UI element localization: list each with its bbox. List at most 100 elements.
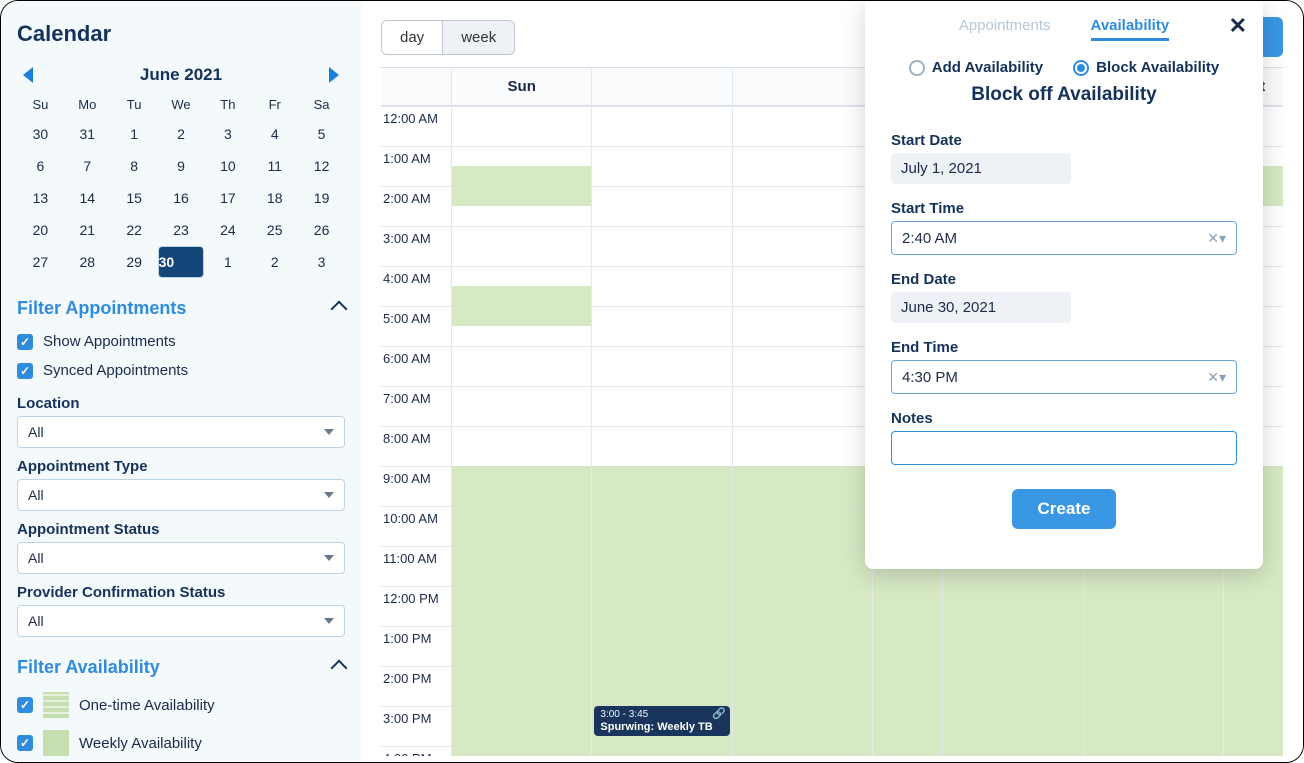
grid-cell[interactable] [592, 426, 731, 466]
start-date-field[interactable]: July 1, 2021 [891, 153, 1071, 184]
radio-unchecked-icon [909, 60, 925, 76]
page-title: Calendar [17, 21, 345, 47]
filter-availability-title: Filter Availability [17, 657, 160, 678]
mini-calendar-day[interactable]: 6 [17, 150, 64, 182]
availability-block[interactable] [452, 166, 591, 206]
mini-calendar-day[interactable]: 31 [64, 118, 111, 150]
chevron-left-icon[interactable] [23, 67, 33, 83]
one-time-availability-toggle[interactable]: One-time Availability [17, 686, 345, 724]
grid-cell[interactable] [592, 306, 731, 346]
mini-calendar-day[interactable]: 29 [111, 246, 158, 278]
mini-calendar-day[interactable]: 5 [298, 118, 345, 150]
mini-calendar-day[interactable]: 17 [204, 182, 251, 214]
appointment-type-select[interactable]: All [17, 479, 345, 511]
grid-cell[interactable] [733, 306, 872, 346]
end-date-field[interactable]: June 30, 2021 [891, 292, 1071, 323]
mini-calendar-day[interactable]: 15 [111, 182, 158, 214]
grid-cell[interactable] [733, 426, 872, 466]
day-column[interactable] [451, 106, 591, 756]
mini-calendar-day[interactable]: 10 [204, 150, 251, 182]
tab-week[interactable]: week [443, 21, 514, 54]
modal-tab-appointments[interactable]: Appointments [959, 17, 1051, 41]
provider-confirmation-select[interactable]: All [17, 605, 345, 637]
location-select[interactable]: All [17, 416, 345, 448]
tab-day[interactable]: day [382, 21, 443, 54]
availability-block[interactable] [452, 286, 591, 326]
add-availability-radio[interactable]: Add Availability [909, 59, 1043, 76]
clear-dropdown-icon[interactable]: ✕▾ [1207, 230, 1226, 247]
grid-cell[interactable] [733, 186, 872, 226]
show-appointments-toggle[interactable]: Show Appointments [17, 327, 345, 356]
mini-calendar-day[interactable]: 25 [251, 214, 298, 246]
calendar-event[interactable]: 3:00 - 3:45Spurwing: Weekly TB🔗 [594, 706, 729, 736]
grid-cell[interactable] [733, 266, 872, 306]
grid-cell[interactable] [733, 386, 872, 426]
filter-appointments-header[interactable]: Filter Appointments [17, 298, 345, 319]
grid-cell[interactable] [452, 386, 591, 426]
mini-calendar-day[interactable]: 18 [251, 182, 298, 214]
location-value: All [28, 424, 44, 440]
mini-calendar-day[interactable]: 9 [158, 150, 205, 182]
grid-cell[interactable] [733, 346, 872, 386]
grid-cell[interactable] [592, 106, 731, 146]
end-time-select[interactable]: 4:30 PM ✕▾ [891, 360, 1237, 394]
mini-calendar-day[interactable]: 2 [251, 246, 298, 278]
grid-cell[interactable] [452, 426, 591, 466]
clear-dropdown-icon[interactable]: ✕▾ [1207, 369, 1226, 386]
mini-calendar-day[interactable]: 27 [17, 246, 64, 278]
mini-calendar-day[interactable]: 30 [17, 118, 64, 150]
mini-calendar-day[interactable]: 8 [111, 150, 158, 182]
grid-cell[interactable] [592, 386, 731, 426]
mini-calendar-day[interactable]: 22 [111, 214, 158, 246]
mini-calendar-day[interactable]: 3 [298, 246, 345, 278]
mini-calendar-day[interactable]: 19 [298, 182, 345, 214]
mini-calendar-day[interactable]: 3 [204, 118, 251, 150]
mini-calendar-day[interactable]: 30 [158, 246, 205, 278]
notes-input[interactable] [891, 431, 1237, 465]
weekly-availability-toggle[interactable]: Weekly Availability [17, 724, 345, 762]
grid-cell[interactable] [592, 146, 731, 186]
grid-cell[interactable] [733, 146, 872, 186]
grid-cell[interactable] [592, 186, 731, 226]
mini-calendar-day[interactable]: 12 [298, 150, 345, 182]
availability-block[interactable] [452, 466, 591, 756]
grid-cell[interactable] [592, 226, 731, 266]
grid-cell[interactable] [452, 106, 591, 146]
mini-calendar-day[interactable]: 13 [17, 182, 64, 214]
day-column[interactable]: 3:00 - 3:45Spurwing: Weekly TB🔗 [591, 106, 731, 756]
mini-calendar-day[interactable]: 28 [64, 246, 111, 278]
mini-calendar-day[interactable]: 16 [158, 182, 205, 214]
modal-tab-availability[interactable]: Availability [1091, 17, 1170, 41]
filter-availability-header[interactable]: Filter Availability [17, 657, 345, 678]
synced-appointments-toggle[interactable]: Synced Appointments [17, 356, 345, 385]
grid-cell[interactable] [452, 346, 591, 386]
chevron-right-icon[interactable] [329, 67, 339, 83]
grid-cell[interactable] [733, 226, 872, 266]
close-icon[interactable]: ✕ [1229, 13, 1247, 39]
grid-cell[interactable] [733, 106, 872, 146]
block-availability-radio[interactable]: Block Availability [1073, 59, 1219, 76]
grid-cell[interactable] [452, 226, 591, 266]
start-time-select[interactable]: 2:40 AM ✕▾ [891, 221, 1237, 255]
day-column[interactable] [732, 106, 872, 756]
mini-calendar-day[interactable]: 11 [251, 150, 298, 182]
grid-cell[interactable] [592, 346, 731, 386]
mini-calendar-day[interactable]: 26 [298, 214, 345, 246]
mini-calendar-day[interactable]: 20 [17, 214, 64, 246]
mini-calendar-day[interactable]: 2 [158, 118, 205, 150]
mini-calendar-day[interactable]: 4 [251, 118, 298, 150]
appointment-status-select[interactable]: All [17, 542, 345, 574]
mini-calendar-day[interactable]: 14 [64, 182, 111, 214]
create-button[interactable]: Create [1012, 489, 1117, 529]
grid-cell[interactable] [592, 266, 731, 306]
mini-calendar-day[interactable]: 21 [64, 214, 111, 246]
radio-checked-icon [1073, 60, 1089, 76]
chevron-down-icon [324, 429, 334, 435]
mini-calendar-day[interactable]: 24 [204, 214, 251, 246]
mini-calendar-day[interactable]: 7 [64, 150, 111, 182]
mini-calendar-day[interactable]: 23 [158, 214, 205, 246]
mini-calendar-day[interactable]: 1 [111, 118, 158, 150]
checkbox-checked-icon [17, 363, 33, 379]
mini-calendar-day[interactable]: 1 [204, 246, 251, 278]
availability-block[interactable] [733, 466, 872, 756]
